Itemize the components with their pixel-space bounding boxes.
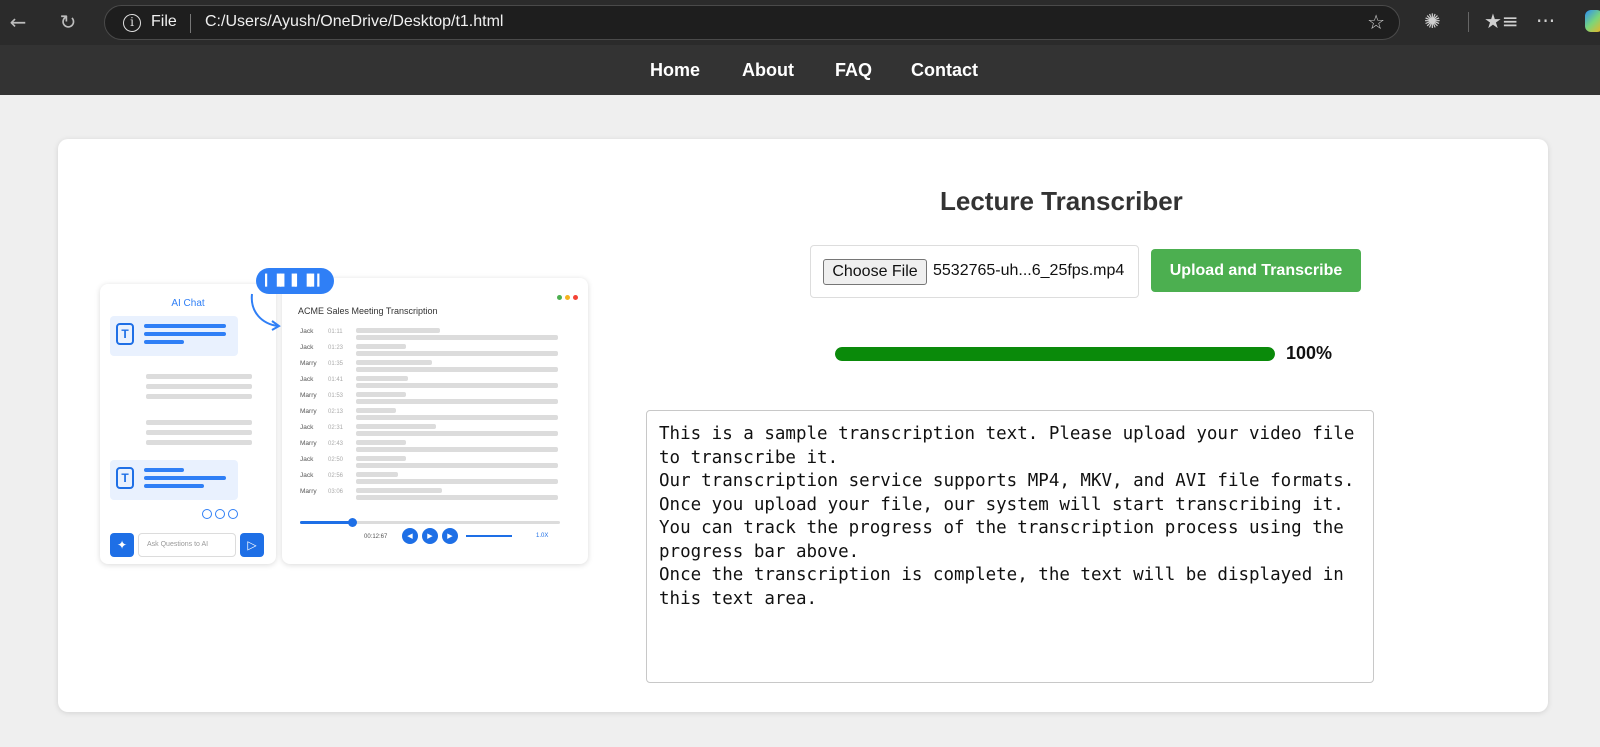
speaker-name: Jack [300, 376, 314, 383]
transcription-title: ACME Sales Meeting Transcription [298, 306, 438, 316]
speaker-time: 01:41 [328, 377, 344, 383]
speaker-name: Jack [300, 472, 314, 479]
rewind-icon: ◀ [402, 528, 418, 544]
speaker-name: Jack [300, 424, 314, 431]
site-nav: Home About FAQ Contact [0, 45, 1600, 95]
player-progress [300, 518, 560, 527]
speaker-time: 01:53 [328, 393, 344, 399]
url-text[interactable]: C:/Users/Ayush/OneDrive/Desktop/t1.html [205, 13, 503, 31]
speaker-name: Jack [300, 344, 314, 351]
toolbar-separator [1468, 12, 1469, 32]
more-ellipsis-icon[interactable]: ··· [1536, 9, 1555, 33]
address-separator [190, 14, 191, 33]
speaker-time: 01:35 [328, 361, 344, 367]
sparkle-icon: ✦ [110, 533, 134, 557]
hero-illustration: AI Chat T T ✦ Ask Questions to AI ▷ ACME… [100, 268, 590, 568]
speaker-time: 02:50 [328, 457, 344, 463]
speaker-time: 02:31 [328, 425, 344, 431]
play-icon: ▶ [422, 528, 438, 544]
speaker-name: Marry [300, 440, 317, 447]
progress-bar [835, 347, 1275, 361]
volume-slider [466, 535, 512, 537]
choose-file-button[interactable]: Choose File [823, 259, 927, 285]
transcript-icon: T [116, 323, 134, 345]
transcription-textarea[interactable]: This is a sample transcription text. Ple… [646, 410, 1374, 683]
puzzle-icon[interactable]: ✺ [1424, 9, 1441, 33]
speaker-name: Marry [300, 392, 317, 399]
browser-toolbar: ← ↻ i File C:/Users/Ayush/OneDrive/Deskt… [0, 0, 1600, 45]
protocol-label: File [151, 13, 177, 30]
curved-arrow-icon [250, 293, 281, 331]
speaker-time: 02:13 [328, 409, 344, 415]
speaker-name: Marry [300, 408, 317, 415]
speaker-name: Marry [300, 360, 317, 367]
address-bar[interactable]: i File C:/Users/Ayush/OneDrive/Desktop/t… [104, 5, 1400, 40]
reaction-icons [202, 506, 241, 524]
window-dots [554, 287, 578, 305]
selected-file-name: 5532765-uh...6_25fps.mp4 [933, 262, 1125, 279]
progress-percent: 100% [1286, 343, 1333, 363]
chat-input: Ask Questions to AI [138, 533, 236, 557]
speaker-name: Jack [300, 328, 314, 335]
forward-icon: ▶ [442, 528, 458, 544]
speaker-name: Jack [300, 456, 314, 463]
speaker-time: 03:06 [328, 489, 344, 495]
transcription-panel: ACME Sales Meeting Transcription Jack 01:… [282, 278, 588, 564]
nav-link-faq[interactable]: FAQ [835, 60, 872, 81]
nav-link-home[interactable]: Home [650, 60, 700, 81]
page-title: Lecture Transcriber [940, 186, 1183, 216]
speaker-time: 02:56 [328, 473, 344, 479]
player-time: 00:12:67 [364, 534, 388, 540]
speed-label: 1.0X [536, 533, 549, 539]
speaker-time: 01:23 [328, 345, 344, 351]
reload-icon[interactable]: ↻ [54, 8, 82, 36]
back-arrow-icon[interactable]: ← [4, 8, 32, 36]
chat-bubble: T [110, 460, 238, 500]
upload-transcribe-button[interactable]: Upload and Transcribe [1151, 249, 1361, 292]
speaker-name: Marry [300, 488, 317, 495]
speaker-time: 02:43 [328, 441, 344, 447]
file-input[interactable]: Choose File 5532765-uh...6_25fps.mp4 [810, 245, 1139, 298]
copilot-icon[interactable] [1585, 10, 1600, 32]
info-icon[interactable]: i [123, 14, 141, 32]
nav-link-about[interactable]: About [742, 60, 794, 81]
send-icon: ▷ [240, 533, 264, 557]
speaker-time: 01:11 [328, 329, 343, 335]
star-icon[interactable]: ☆ [1367, 10, 1385, 34]
favorites-list-icon[interactable]: ★≡ [1484, 9, 1519, 33]
nav-link-contact[interactable]: Contact [911, 60, 978, 81]
waveform-icon: ▎▐▌▐▎▐▌▎ [256, 268, 334, 294]
progress-bar-fill [835, 347, 1275, 361]
transcript-icon: T [116, 467, 134, 489]
chat-bubble: T [110, 316, 238, 356]
